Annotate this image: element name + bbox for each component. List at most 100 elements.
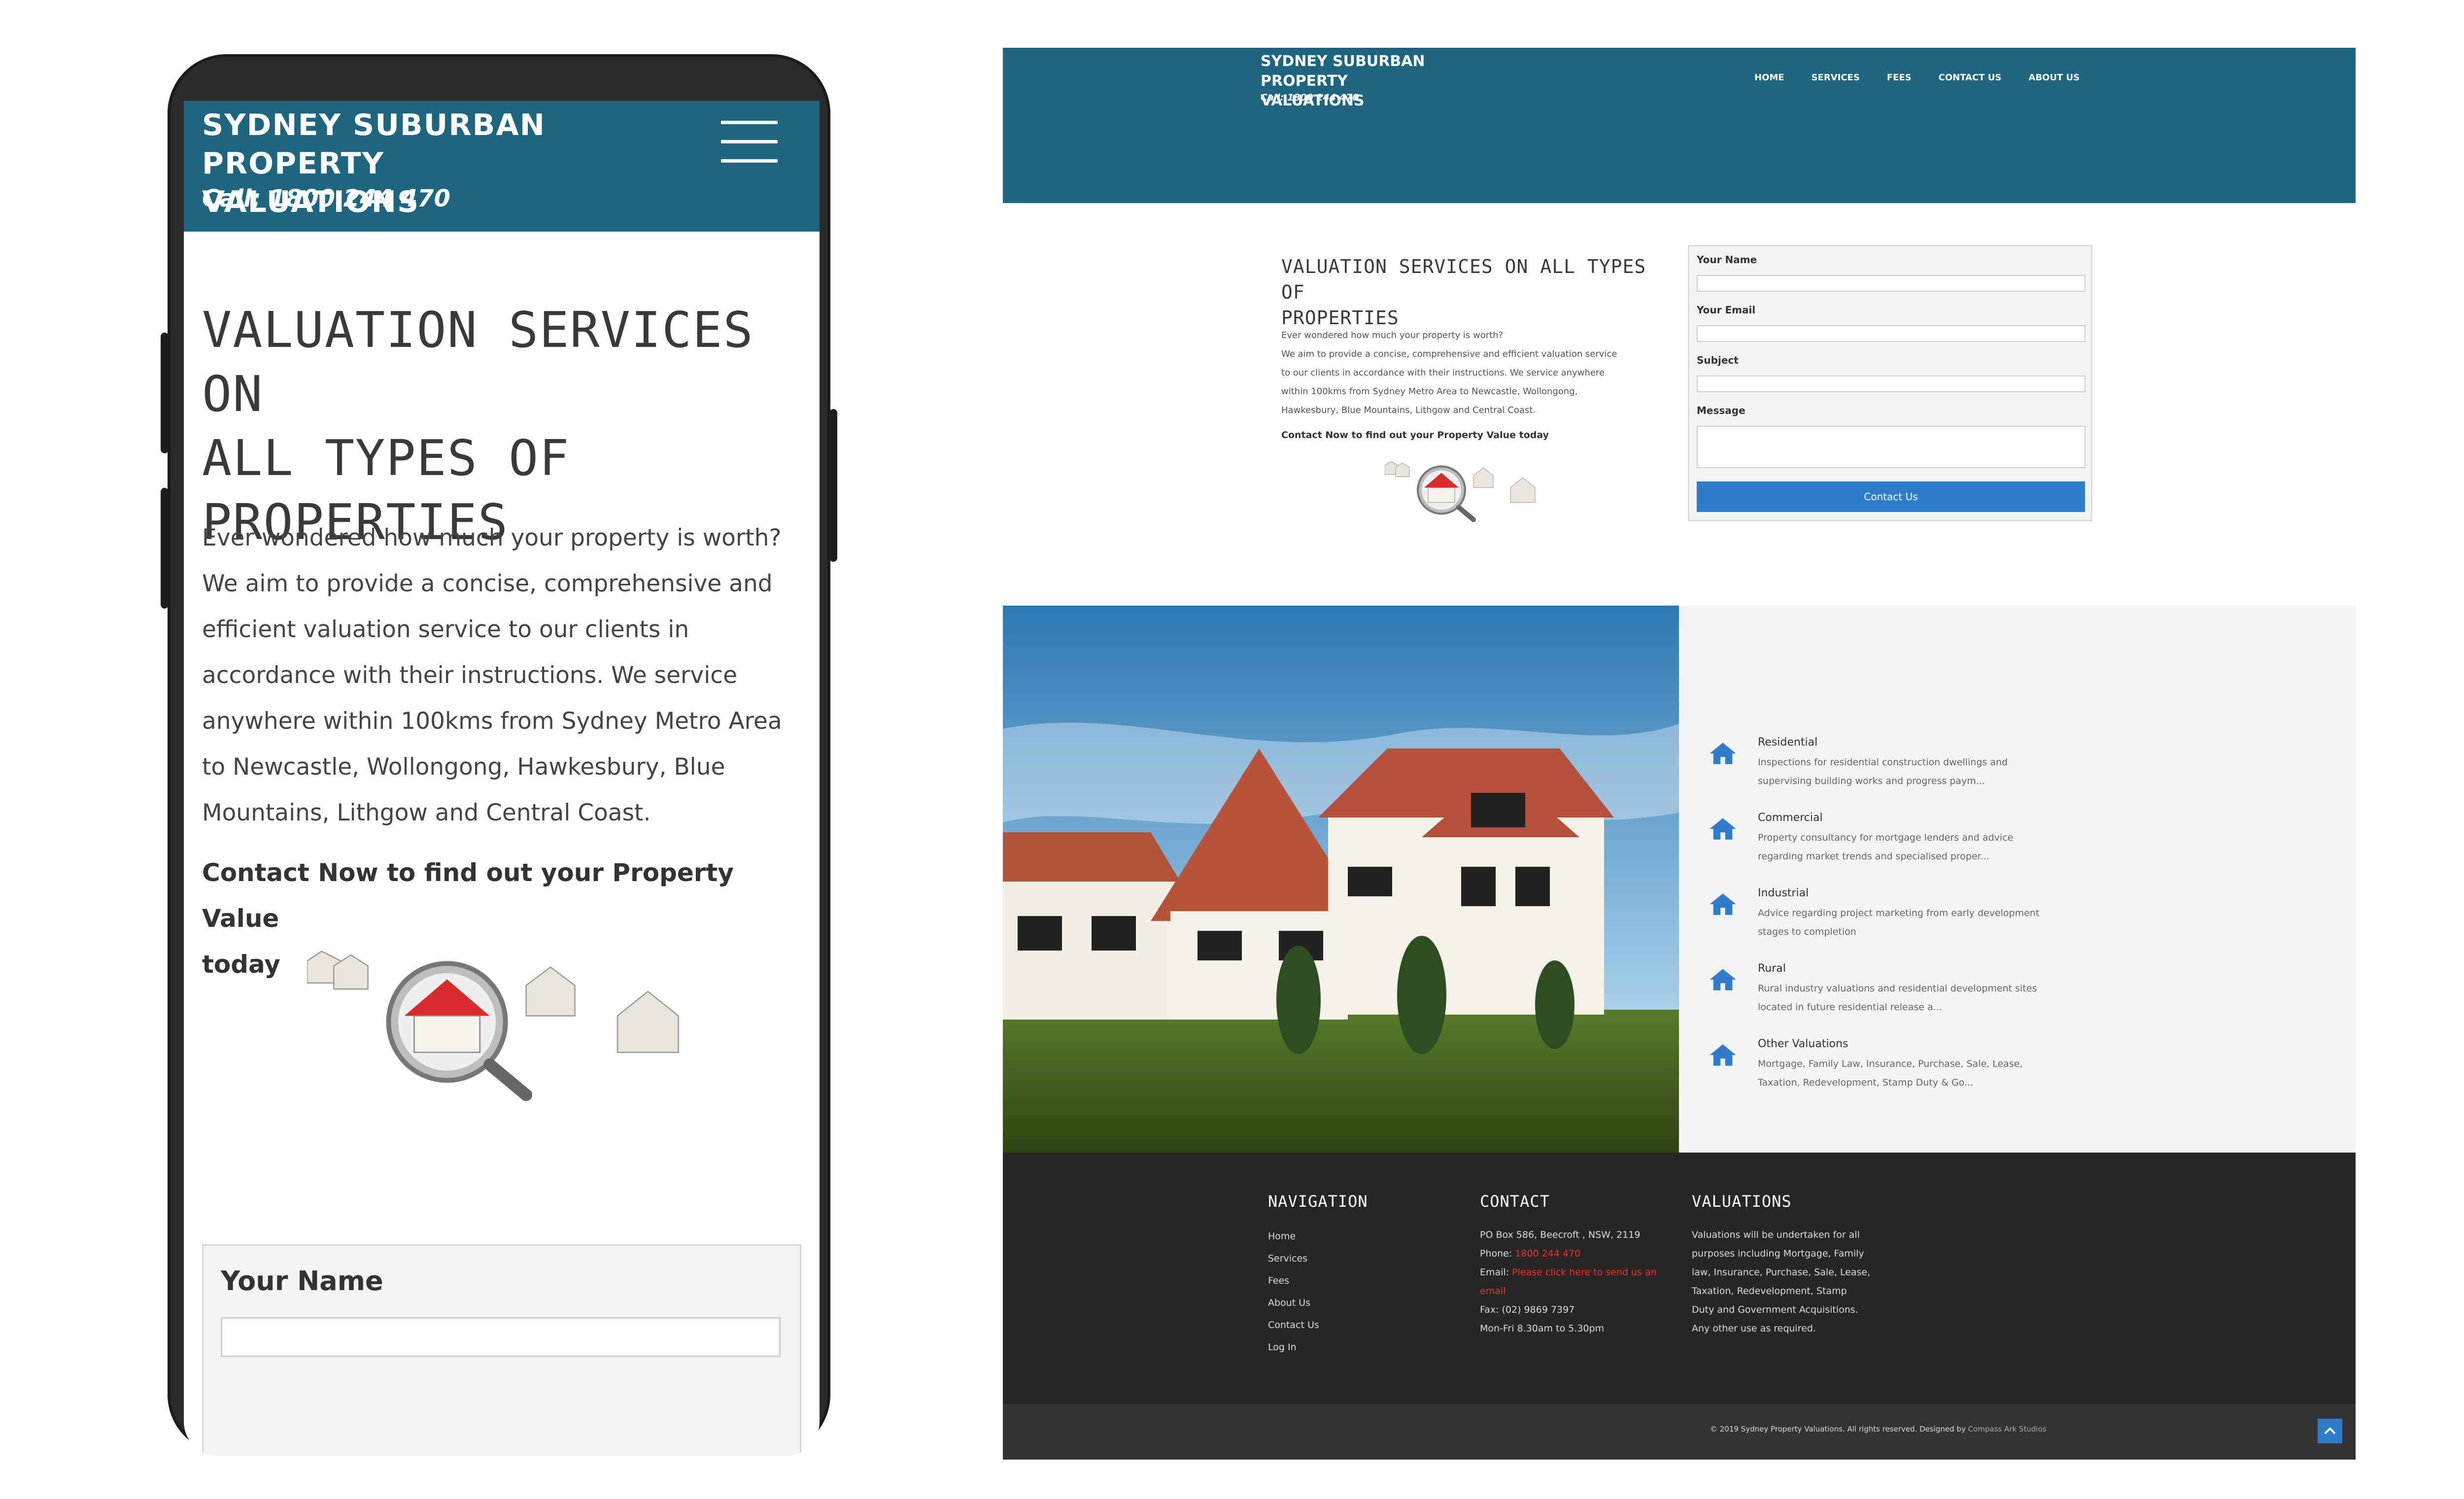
subject-input[interactable] <box>1697 375 2086 392</box>
intro-line: Ever wondered how much your property is … <box>1281 330 1504 341</box>
intro-line: efficient valuation service to our clien… <box>202 616 689 643</box>
service-title: Industrial <box>1758 887 1809 899</box>
heading-line: VALUATION SERVICES ON <box>202 301 754 423</box>
desktop-cta-text: Contact Now to find out your Property Va… <box>1281 430 1549 441</box>
designer-link[interactable]: Compass Ark Studios <box>1968 1425 2047 1433</box>
intro-line: to Newcastle, Wollongong, Hawkesbury, Bl… <box>202 753 725 781</box>
intro-line: within 100kms from Sydney Metro Area to … <box>1281 386 1578 397</box>
phone-link[interactable]: 1800 244 470 <box>1515 1248 1580 1259</box>
service-description: Inspections for residential construction… <box>1758 757 2008 786</box>
phone-power-button <box>829 409 837 562</box>
service-description: Advice regarding project marketing from … <box>1758 908 2040 937</box>
service-title: Commercial <box>1758 812 1823 824</box>
footer-contact: CONTACT PO Box 586, Beecroft , NSW, 2119… <box>1480 1192 1667 1338</box>
valuations-line: Taxation, Redevelopment, Stamp <box>1692 1286 1847 1296</box>
footer-link-log-in[interactable]: Log In <box>1268 1336 1368 1359</box>
valuations-line: law, Insurance, Purchase, Sale, Lease, <box>1692 1267 1871 1278</box>
mobile-header: SYDNEY SUBURBAN PROPERTY VALUATIONS Call… <box>184 101 820 232</box>
email-link[interactable]: Please click here to send us an <box>1512 1267 1657 1278</box>
footer-hours: Mon-Fri 8.30am to 5.30pm <box>1480 1323 1605 1334</box>
mobile-screen: SYDNEY SUBURBAN PROPERTY VALUATIONS Call… <box>184 101 820 1456</box>
phone-volume-down-button <box>161 488 169 609</box>
intro-line: We aim to provide a concise, comprehensi… <box>202 570 773 597</box>
intro-line: accordance with their instructions. We s… <box>202 662 738 689</box>
main-nav: HOME SERVICES FEES CONTACT US ABOUT US <box>1754 72 2080 83</box>
desktop-call-text[interactable]: Call: 1800 244 470 <box>1261 92 1359 103</box>
scroll-top-button[interactable] <box>2318 1419 2342 1443</box>
footer-bottom-bar: © 2019 Sydney Property Valuations. All r… <box>1003 1404 2356 1460</box>
phone-volume-up-button <box>161 333 169 453</box>
footer-email: Email: Please click here to send us an <box>1480 1267 1657 1278</box>
house-icon <box>1710 893 1736 915</box>
nav-fees[interactable]: FEES <box>1887 72 1912 83</box>
scroll-top-arrow-icon <box>2324 1427 2336 1434</box>
message-label: Message <box>1697 405 1745 416</box>
service-description: Rural industry valuations and residentia… <box>1758 983 2037 1013</box>
footer-phone: Phone: 1800 244 470 <box>1480 1248 1581 1259</box>
footer-link-contact-us[interactable]: Contact Us <box>1268 1314 1368 1336</box>
desktop-site: SYDNEY SUBURBAN PROPERTY VALUATIONS Call… <box>1003 48 2356 1460</box>
email-input[interactable] <box>1697 325 2086 342</box>
intro-line: We aim to provide a concise, comprehensi… <box>1281 349 1617 359</box>
email-link[interactable]: email <box>1480 1282 1667 1300</box>
desktop-contact-form: Your Name Your Email Subject Message Con… <box>1688 245 2092 521</box>
intro-line: anywhere within 100kms from Sydney Metro… <box>202 708 782 735</box>
brand-line: SYDNEY SUBURBAN PROPERTY <box>202 108 546 181</box>
footer-link-about-us[interactable]: About Us <box>1268 1292 1368 1314</box>
desktop-header: SYDNEY SUBURBAN PROPERTY VALUATIONS Call… <box>1003 48 2356 203</box>
hamburger-menu-icon[interactable] <box>721 121 778 163</box>
house-photo <box>1003 606 1679 1153</box>
footer-valuations: VALUATIONS Valuations will be undertaken… <box>1692 1192 1899 1338</box>
house-icon <box>1710 818 1736 840</box>
cta-line: Contact Now to find out your Property Va… <box>202 858 734 933</box>
intro-line: Mountains, Lithgow and Central Coast. <box>202 799 651 826</box>
site-footer: NAVIGATION Home Services Fees About Us C… <box>1003 1153 2356 1404</box>
brand-line: SYDNEY SUBURBAN PROPERTY <box>1261 53 1425 90</box>
nav-about-us[interactable]: ABOUT US <box>2028 72 2080 83</box>
valuations-line: Duty and Government Acquisitions. <box>1692 1304 1858 1315</box>
nav-home[interactable]: HOME <box>1754 72 1784 83</box>
name-label: Your Name <box>1697 254 1757 266</box>
intro-line: Hawkesbury, Blue Mountains, Lithgow and … <box>1281 405 1536 415</box>
footer-address: PO Box 586, Beecroft , NSW, 2119 <box>1480 1229 1641 1240</box>
name-input[interactable] <box>1697 275 2086 292</box>
mobile-intro-paragraph: Ever wondered how much your property is … <box>202 515 808 836</box>
footer-link-services[interactable]: Services <box>1268 1248 1368 1270</box>
mobile-call-text[interactable]: Call: 1800 244 470 <box>202 185 450 212</box>
service-title: Rural <box>1758 962 1786 975</box>
valuations-line: Any other use as required. <box>1692 1323 1816 1334</box>
name-input[interactable] <box>221 1317 781 1357</box>
heading-line: VALUATION SERVICES ON ALL TYPES OF <box>1281 256 1646 303</box>
footer-link-fees[interactable]: Fees <box>1268 1270 1368 1292</box>
footer-link-home[interactable]: Home <box>1268 1226 1368 1248</box>
house-icon <box>1710 969 1736 990</box>
footer-heading: CONTACT <box>1480 1192 1550 1211</box>
valuations-line: purposes including Mortgage, Family <box>1692 1248 1864 1259</box>
service-title: Residential <box>1758 736 1818 749</box>
nav-services[interactable]: SERVICES <box>1812 72 1860 83</box>
services-panel: Residential Inspections for residential … <box>1679 606 2356 1153</box>
houses-magnifier-illustration <box>307 951 679 1101</box>
email-label: Your Email <box>1697 304 1756 316</box>
service-title: Other Valuations <box>1758 1038 1848 1050</box>
heading-line: ALL TYPES OF <box>202 429 570 487</box>
valuations-line: Valuations will be undertaken for all <box>1692 1229 1860 1240</box>
footer-heading: VALUATIONS <box>1692 1192 1792 1211</box>
contact-us-button[interactable]: Contact Us <box>1697 481 2085 512</box>
desktop-page-heading: VALUATION SERVICES ON ALL TYPES OF PROPE… <box>1281 254 1661 331</box>
service-description: Property consultancy for mortgage lender… <box>1758 832 2014 862</box>
house-icon <box>1710 1044 1736 1066</box>
nav-contact-us[interactable]: CONTACT US <box>1939 72 2002 83</box>
service-description: Mortgage, Family Law, Insurance, Purchas… <box>1758 1058 2023 1088</box>
footer-fax: Fax: (02) 9869 7397 <box>1480 1304 1575 1315</box>
house-icon <box>1710 743 1736 764</box>
intro-line: to our clients in accordance with their … <box>1281 368 1605 378</box>
mobile-contact-form: Your Name <box>202 1244 801 1456</box>
message-textarea[interactable] <box>1697 426 2086 468</box>
name-label: Your Name <box>221 1265 383 1296</box>
footer-navigation: NAVIGATION Home Services Fees About Us C… <box>1268 1192 1368 1359</box>
footer-heading: NAVIGATION <box>1268 1192 1368 1211</box>
copyright-text: © 2019 Sydney Property Valuations. All r… <box>1710 1425 2047 1433</box>
desktop-intro-paragraph: Ever wondered how much your property is … <box>1281 326 1671 420</box>
subject-label: Subject <box>1697 354 1739 366</box>
